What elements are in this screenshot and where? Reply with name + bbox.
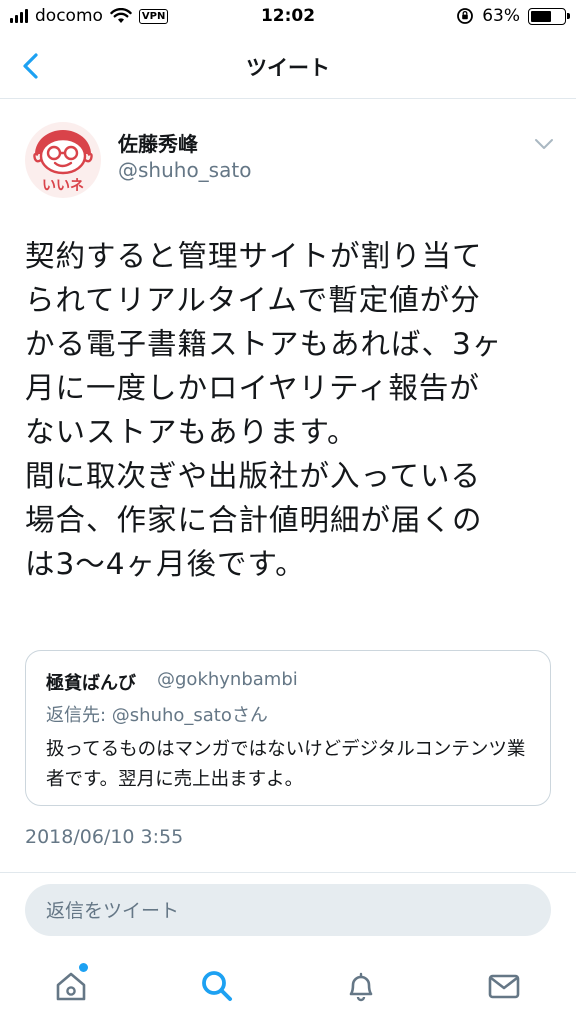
avatar-face-logo: いいネ: [33, 130, 93, 194]
nav-bar: ツイート: [0, 34, 576, 99]
search-icon[interactable]: [197, 966, 237, 1006]
tweet-author-handle[interactable]: @shuho_sato: [118, 158, 251, 182]
reply-input[interactable]: [44, 884, 528, 938]
avatar[interactable]: いいネ: [25, 122, 101, 198]
new-activity-dot: [79, 963, 88, 972]
quoted-tweet[interactable]: 極貧ばんび @gokhynbambi 返信先: @shuho_satoさん 扱っ…: [25, 650, 551, 806]
home-icon[interactable]: [51, 966, 91, 1006]
battery-icon: [528, 7, 570, 25]
quoted-author-name: 極貧ばんび: [46, 673, 136, 694]
tab-bar: [0, 952, 576, 1024]
notifications-icon[interactable]: [341, 966, 381, 1006]
tweet-text: 契約すると管理サイトが割り当て られてリアルタイムで暫定値が分 かる電子書籍スト…: [25, 239, 503, 581]
battery-level: [531, 10, 552, 22]
chevron-down-icon[interactable]: [532, 134, 556, 154]
reply-box[interactable]: [25, 884, 551, 938]
divider: [0, 872, 576, 873]
orientation-lock-icon: [457, 8, 474, 24]
status-bar: docomo VPN 12:02 63%: [0, 0, 576, 34]
quoted-reply-to: 返信先: @shuho_satoさん: [46, 705, 268, 726]
quoted-author-handle: @gokhynbambi: [157, 669, 298, 690]
page-title: ツイート: [246, 56, 330, 80]
status-right: 63%: [456, 6, 570, 26]
messages-icon[interactable]: [484, 966, 524, 1006]
battery-percent: 63%: [482, 6, 520, 26]
tweet-author-name[interactable]: 佐藤秀峰: [118, 128, 198, 157]
avatar-logo-text: いいネ: [42, 178, 84, 194]
quoted-tweet-text: 扱ってるものはマンガではないけどデジタルコンテンツ業者です。翌月に売上出ますよ。: [46, 739, 526, 790]
tweet-timestamp: 2018/06/10 3:55: [25, 826, 184, 848]
